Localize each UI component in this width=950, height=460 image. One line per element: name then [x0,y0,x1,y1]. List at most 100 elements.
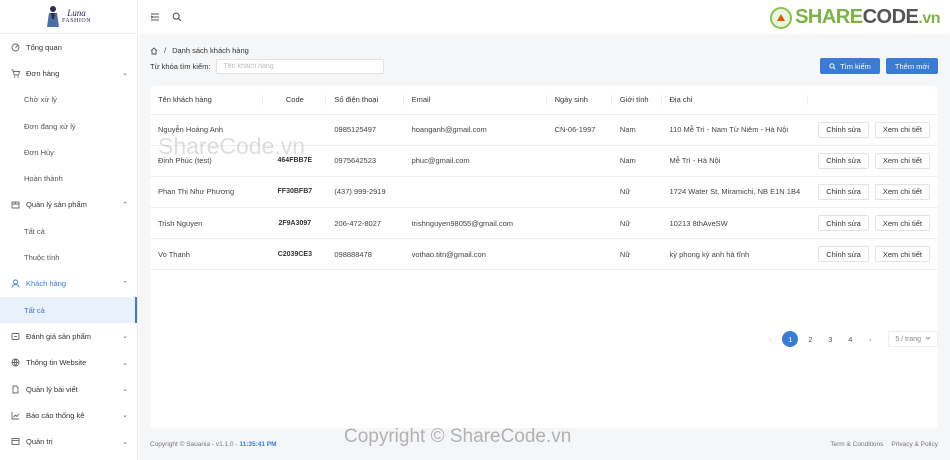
cell-actions: Chỉnh sửa Xem chi tiết [808,207,938,240]
cell-email: hoanganh@gmail.com [403,114,547,146]
sidebar-item[interactable]: Tổng quan [0,34,137,60]
sidebar-item-label: Quản lý sản phẩm [26,200,87,210]
sidebar-item-label: Đơn hàng [26,68,60,78]
cell-gender: Nữ [611,176,662,209]
edit-button[interactable]: Chỉnh sửa [818,121,869,138]
search-icon [829,62,836,70]
search-icon[interactable] [172,12,182,22]
column-header: Giới tính [611,86,662,115]
next-page-button[interactable]: › [862,331,878,347]
sidebar-subitem[interactable]: Thuộc tính [0,244,137,270]
sidebar-item-label: Đơn đang xử lý [24,121,76,131]
sidebar-item-label: Quản lý bài viết [26,384,78,394]
sidebar-subitem[interactable]: Đơn đang xử lý [0,113,137,139]
view-detail-button[interactable]: Xem chi tiết [874,246,930,263]
edit-button[interactable]: Chỉnh sửa [818,215,869,232]
sidebar-item-label: Hoàn thành [24,174,63,184]
cell-code: C2039CE3 [263,238,327,271]
cell-dob [546,176,612,209]
pagination: ‹ 1 2 3 4 › 5 / trang [762,331,938,347]
view-detail-button[interactable]: Xem chi tiết [874,152,930,169]
cart-icon [11,69,20,78]
column-header [808,86,938,115]
chart-icon [11,411,20,420]
cell-phone: 0975642523 [326,145,404,177]
cell-phone: (437) 999-2919 [326,176,404,209]
sidebar-item[interactable]: Thông tin Website ⌄ [0,350,137,376]
search-input[interactable] [216,58,385,74]
cell-name: Vo Thanh [150,238,264,271]
file-icon [11,385,20,394]
cell-address: 1724 Water St, Miramichi, NB E1N 1B4 [661,176,809,209]
chevron-down-icon: ⌄ [122,359,128,367]
cell-actions: Chỉnh sửa Xem chi tiết [808,176,938,209]
edit-button[interactable]: Chỉnh sửa [818,183,869,200]
sidebar-item[interactable]: Khách hàng ⌃ [0,271,137,297]
chevron-up-icon: ⌃ [122,201,128,209]
sidebar-subitem[interactable]: Đơn Hủy [0,139,137,165]
table-row: Vo Thanh C2039CE3 098888478 vothao.titn@gma… [150,238,938,271]
page-button[interactable]: 4 [842,331,858,347]
chevron-down-icon [925,335,931,343]
sidebar-subitem[interactable]: Chờ xử lý [0,87,137,113]
view-detail-button[interactable]: Xem chi tiết [874,183,930,200]
dashboard-icon [11,43,20,52]
sidebar-item-label: Khách hàng [26,279,67,289]
chevron-down-icon: ⌄ [122,333,128,341]
sidebar-item[interactable]: Đơn hàng ⌄ [0,60,137,86]
chevron-up-icon: ⌃ [122,280,128,288]
view-detail-button[interactable]: Xem chi tiết [874,121,930,138]
search-row: Từ khóa tìm kiếm: Tìm kiếm Thêm mới [150,58,938,74]
edit-button[interactable]: Chỉnh sửa [818,152,869,169]
logo[interactable]: Luna FASHION [0,0,137,34]
sidebar-item-label: Đánh giá sản phẩm [26,331,92,341]
sidebar-item[interactable]: Quản trị ⌄ [0,428,137,454]
sidebar-item-label: Tổng quan [26,42,62,52]
chevron-down-icon: ⌄ [122,386,128,393]
sidebar-item-label: Chờ xử lý [24,95,57,105]
sidebar-subitem[interactable]: Tất cả [0,296,137,324]
view-detail-button[interactable]: Xem chi tiết [874,215,930,232]
table-row: Phan Thị Như Phương FF30BFB7 (437) 999-291… [150,176,938,209]
sidebar-item[interactable]: Báo cáo thống kê ⌄ [0,402,137,428]
cell-phone: 098888478 [326,238,404,271]
cell-phone: 206-472-8027 [326,207,404,240]
sidebar-item-label: Tất cả [24,226,45,236]
edit-button[interactable]: Chỉnh sửa [818,246,869,263]
sidebar-item-label: Báo cáo thống kê [26,410,85,420]
page-button[interactable]: 2 [802,331,818,347]
table-row: Trish Nguyen 2F9A3097 206-472-8027 trishngu… [150,207,938,240]
column-header: Code [263,86,327,115]
settings-icon [11,437,20,446]
sidebar-item[interactable]: Quản lý sản phẩm ⌃ [0,192,137,218]
prev-page-button[interactable]: ‹ [762,331,778,347]
sidebar-subitem[interactable]: Tất cả [0,218,137,244]
breadcrumb-separator: / [164,46,167,55]
sharecode-watermark-logo: SHARECODE.vn [770,6,940,29]
page-size-value: 5 / trang [895,335,921,343]
cell-code: FF30BFB7 [263,176,327,209]
cell-phone: 0985125497 [326,114,404,146]
column-header: Email [403,86,547,115]
home-icon[interactable] [150,46,158,55]
menu-toggle-icon[interactable] [150,12,160,22]
sidebar-item[interactable]: Đánh giá sản phẩm ⌄ [0,323,137,349]
page-size-select[interactable]: 5 / trang [888,331,938,347]
sidebar-subitem[interactable]: Hoàn thành [0,165,137,191]
cell-address: Mễ Trì - Hà Nội [661,145,809,177]
cell-actions: Chỉnh sửa Xem chi tiết [808,114,938,146]
cell-address: 110 Mễ Trì - Nam Từ Niêm - Hà Nội [661,114,809,146]
cell-gender: Nam [611,145,662,177]
cell-dob [546,207,612,240]
sidebar-item-label: Thông tin Website [26,358,87,368]
sidebar-item-label: Thuộc tính [24,253,60,263]
page-button[interactable]: 1 [782,331,799,347]
terms-link[interactable]: Term & Conditions [830,441,883,448]
cell-dob [546,238,612,271]
cell-actions: Chỉnh sửa Xem chi tiết [808,145,938,177]
page-button[interactable]: 3 [822,331,838,347]
search-button[interactable]: Tìm kiếm [820,58,880,74]
add-new-button[interactable]: Thêm mới [885,58,938,74]
sidebar-item[interactable]: Quản lý bài viết ⌄ [0,376,137,402]
privacy-link[interactable]: Privacy & Policy [891,441,938,448]
